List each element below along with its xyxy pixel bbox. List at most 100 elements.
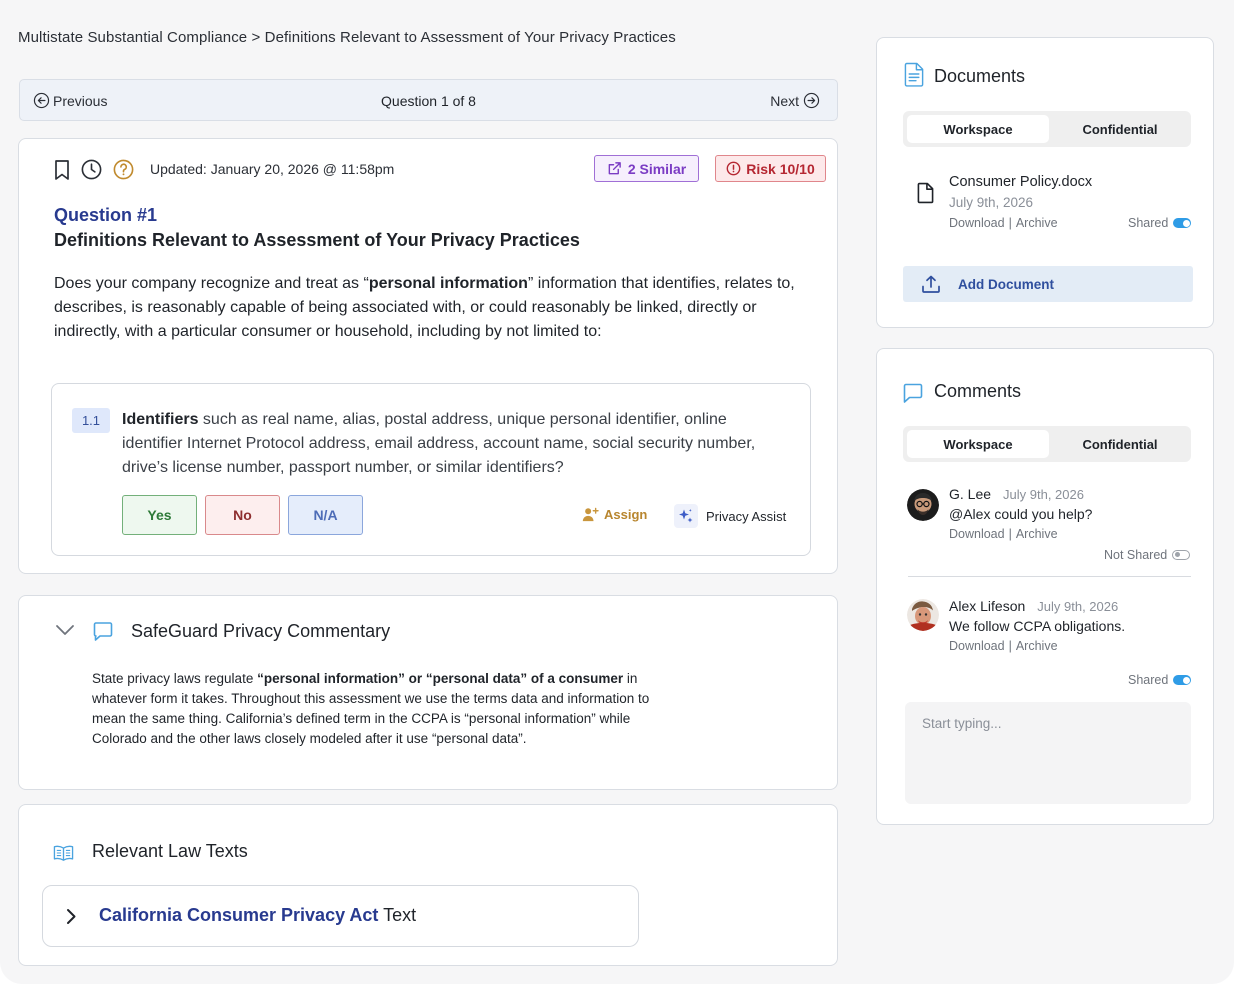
commentary-title: SafeGuard Privacy Commentary xyxy=(131,621,391,641)
law-texts-title: Relevant Law Texts xyxy=(92,841,248,861)
question-card: Updated: January 20, 2026 @ 11:58pm 2 Si… xyxy=(18,138,838,574)
comment-text: @Alex could you help? xyxy=(949,506,1093,522)
next-label: Next xyxy=(770,92,799,109)
document-download-link[interactable]: Download xyxy=(949,216,1005,230)
question-body-text: Does your company recognize and treat as… xyxy=(54,275,369,292)
comments-panel: Comments Workspace Confidential G. Lee Ju… xyxy=(876,348,1214,825)
comment-author: G. Lee xyxy=(949,486,992,502)
avatar xyxy=(907,489,939,521)
comment-header: Alex Lifeson July 9th, 2026 xyxy=(949,598,1118,614)
chat-bubble-icon xyxy=(903,383,923,403)
sub-question-emphasis: Identifiers xyxy=(122,411,199,428)
documents-tab-confidential[interactable]: Confidential xyxy=(1053,115,1187,143)
comment-author: Alex Lifeson xyxy=(949,598,1026,614)
comment-archive-link[interactable]: Archive xyxy=(1016,527,1058,541)
help-circle-icon[interactable] xyxy=(112,158,135,181)
sub-question-detail: such as real name, alias, postal address… xyxy=(122,411,756,476)
comment-input[interactable] xyxy=(905,702,1191,804)
documents-tab-workspace[interactable]: Workspace xyxy=(907,115,1049,143)
question-number: Question #1 xyxy=(54,205,158,225)
documents-panel: Documents Workspace Confidential Consume… xyxy=(876,37,1214,328)
comment-share-status: Shared xyxy=(1128,673,1192,687)
upload-icon xyxy=(922,275,940,293)
comment-share-status: Not Shared xyxy=(1104,548,1191,562)
law-texts-card: Relevant Law Texts California Consumer P… xyxy=(18,804,838,966)
question-title: Definitions Relevant to Assessment of Yo… xyxy=(54,230,580,250)
document-share-label: Shared xyxy=(1128,216,1169,230)
question-navigation: Previous Question 1 of 8 Next xyxy=(19,79,838,121)
updated-timestamp: Updated: January 20, 2026 @ 11:58pm xyxy=(150,161,395,177)
document-date: July 9th, 2026 xyxy=(949,195,1034,210)
comments-tabs: Workspace Confidential xyxy=(903,426,1191,462)
separator: | xyxy=(1008,216,1012,230)
comment-share-toggle[interactable] xyxy=(1172,550,1191,560)
risk-label: Risk 10/10 xyxy=(746,160,815,177)
privacy-assist-label: Privacy Assist xyxy=(706,508,787,524)
user-plus-icon xyxy=(582,507,599,522)
comment-share-label: Shared xyxy=(1128,673,1169,687)
comment-actions: Download | Archive xyxy=(949,639,1058,653)
comment-download-link[interactable]: Download xyxy=(949,527,1005,541)
avatar xyxy=(907,599,939,631)
document-actions: Download | Archive xyxy=(949,216,1058,230)
arrow-right-circle-icon xyxy=(803,92,820,109)
assign-label: Assign xyxy=(604,507,648,522)
alert-circle-icon xyxy=(726,161,741,176)
documents-tabs: Workspace Confidential xyxy=(903,111,1191,147)
comments-title: Comments xyxy=(934,381,1022,401)
similar-questions-button[interactable]: 2 Similar xyxy=(594,155,699,182)
comment-text: We follow CCPA obligations. xyxy=(949,618,1126,634)
page-background: Multistate Substantial Compliance > Defi… xyxy=(0,0,1234,984)
comment-date: July 9th, 2026 xyxy=(1037,599,1119,614)
comment-actions: Download | Archive xyxy=(949,527,1058,541)
comments-tab-workspace[interactable]: Workspace xyxy=(907,430,1049,458)
next-button[interactable]: Next xyxy=(770,92,820,109)
commentary-text: State privacy laws regulate xyxy=(92,671,258,686)
documents-title: Documents xyxy=(934,66,1026,86)
chevron-right-icon xyxy=(67,909,76,924)
sub-question-number: 1.1 xyxy=(72,408,110,433)
comment-date: July 9th, 2026 xyxy=(1003,487,1084,502)
commentary-card: SafeGuard Privacy Commentary State priva… xyxy=(18,595,838,790)
assign-button[interactable]: Assign xyxy=(582,507,647,522)
privacy-assist-button[interactable]: Privacy Assist xyxy=(674,504,786,528)
add-document-label: Add Document xyxy=(958,277,1054,292)
question-body: Does your company recognize and treat as… xyxy=(54,272,799,344)
answer-yes-button[interactable]: Yes xyxy=(122,495,197,535)
similar-label: 2 Similar xyxy=(627,160,687,177)
commentary-body: State privacy laws regulate “personal in… xyxy=(92,669,672,749)
separator: | xyxy=(1008,639,1012,653)
breadcrumb: Multistate Substantial Compliance > Defi… xyxy=(18,29,676,46)
chevron-down-icon[interactable] xyxy=(55,624,75,636)
bookmark-icon[interactable] xyxy=(53,159,71,181)
document-icon xyxy=(904,62,924,87)
document-name[interactable]: Consumer Policy.docx xyxy=(949,174,1092,190)
comment-download-link[interactable]: Download xyxy=(949,639,1005,653)
answer-na-button[interactable]: N/A xyxy=(288,495,363,535)
comment-header: G. Lee July 9th, 2026 xyxy=(949,486,1084,502)
comment-share-label: Not Shared xyxy=(1104,548,1168,562)
answer-no-button[interactable]: No xyxy=(205,495,280,535)
law-item-suffix: Text xyxy=(378,905,417,925)
document-share-toggle[interactable] xyxy=(1173,218,1192,228)
comment-share-toggle[interactable] xyxy=(1173,675,1192,685)
file-icon xyxy=(917,182,934,204)
sub-question-card: 1.1 Identifiers such as real name, alias… xyxy=(51,383,811,556)
commentary-emphasis: “personal information” or “personal data… xyxy=(257,671,624,686)
risk-badge: Risk 10/10 xyxy=(715,155,826,182)
sub-question-text: Identifiers such as real name, alias, po… xyxy=(122,408,787,480)
question-position: Question 1 of 8 xyxy=(381,93,476,109)
comment-archive-link[interactable]: Archive xyxy=(1016,639,1058,653)
chat-bubble-icon xyxy=(93,622,113,641)
separator: | xyxy=(1008,527,1012,541)
law-item-name: California Consumer Privacy Act xyxy=(99,905,379,925)
add-document-button[interactable]: Add Document xyxy=(903,266,1193,302)
law-item-label: California Consumer Privacy Act Text xyxy=(99,905,416,926)
external-link-icon xyxy=(608,162,621,175)
clock-icon[interactable] xyxy=(80,158,103,181)
law-item-ccpa[interactable]: California Consumer Privacy Act Text xyxy=(42,885,639,947)
comment-divider xyxy=(908,576,1191,577)
comments-tab-confidential[interactable]: Confidential xyxy=(1053,430,1187,458)
question-body-emphasis: personal information xyxy=(368,275,528,292)
document-archive-link[interactable]: Archive xyxy=(1016,216,1058,230)
